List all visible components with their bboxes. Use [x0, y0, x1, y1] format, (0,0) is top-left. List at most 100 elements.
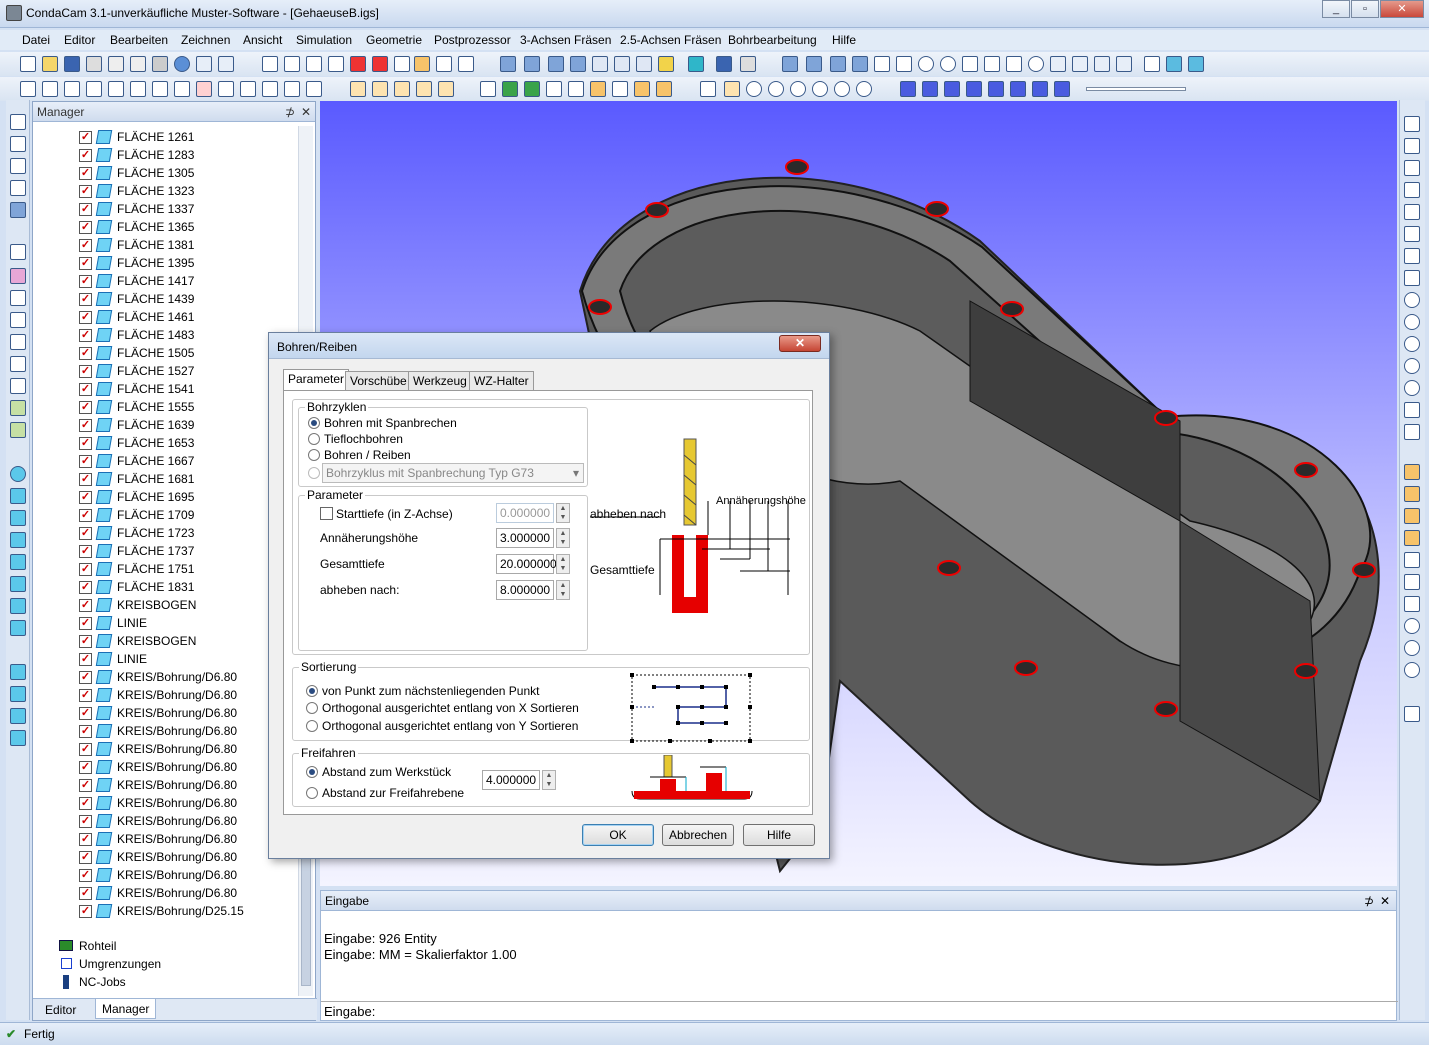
gesamttiefe-spinner[interactable]: ▲ ▼	[556, 554, 570, 574]
menu-hilfe[interactable]: Hilfe	[832, 33, 856, 47]
line-icon[interactable]	[42, 81, 58, 97]
item-checkbox[interactable]: ✓	[79, 131, 92, 144]
starttiefe-input[interactable]: 0.000000	[496, 503, 554, 523]
view-hidden-icon[interactable]	[436, 56, 452, 72]
restore-button[interactable]: ▫	[1351, 0, 1379, 18]
toolpath-icon[interactable]	[500, 56, 516, 72]
tool-d-icon[interactable]	[10, 180, 26, 196]
draw-arc-icon[interactable]	[1404, 380, 1420, 396]
item-checkbox[interactable]: ✓	[79, 383, 92, 396]
snap-f-icon[interactable]	[1404, 596, 1420, 612]
item-checkbox[interactable]: ✓	[79, 563, 92, 576]
shape8-icon[interactable]	[10, 730, 26, 746]
item-checkbox[interactable]: ✓	[79, 329, 92, 342]
view-persp-icon[interactable]	[458, 56, 474, 72]
draw-arc3-icon[interactable]	[1404, 424, 1420, 440]
item-checkbox[interactable]: ✓	[79, 797, 92, 810]
pattern2-icon[interactable]	[896, 56, 912, 72]
annaeherung-input[interactable]: 3.000000	[496, 528, 554, 548]
item-checkbox[interactable]: ✓	[79, 293, 92, 306]
draw-a-icon[interactable]	[1404, 116, 1420, 132]
radio-abstand-werkstueck[interactable]	[306, 766, 318, 778]
radio-sort-x[interactable]	[306, 702, 318, 714]
menu-25achsen[interactable]: 2.5-Achsen Fräsen	[620, 33, 721, 47]
view-iso-icon[interactable]	[372, 56, 388, 72]
abheben-spinner[interactable]: ▲ ▼	[556, 580, 570, 600]
polyline2-icon[interactable]	[86, 81, 102, 97]
pattern6-icon[interactable]	[984, 56, 1000, 72]
draw-rect-icon[interactable]	[1404, 270, 1420, 286]
hand2-icon[interactable]	[372, 81, 388, 97]
shape6-icon[interactable]	[10, 686, 26, 702]
snap-a-icon[interactable]	[1404, 464, 1420, 480]
select3-icon[interactable]	[524, 81, 540, 97]
radio-bohren-reiben[interactable]	[308, 449, 320, 461]
pattern5-icon[interactable]	[962, 56, 978, 72]
snap-h-icon[interactable]	[1404, 640, 1420, 656]
trim-icon[interactable]	[196, 81, 212, 97]
pen-icon[interactable]	[1116, 56, 1132, 72]
menu-geometrie[interactable]: Geometrie	[366, 33, 422, 47]
offset-icon[interactable]	[284, 81, 300, 97]
redo-icon[interactable]	[218, 56, 234, 72]
view-top-icon[interactable]	[328, 56, 344, 72]
tool-icon[interactable]	[716, 56, 732, 72]
hsc3-icon[interactable]	[636, 56, 652, 72]
item-checkbox[interactable]: ✓	[79, 599, 92, 612]
item-checkbox[interactable]: ✓	[79, 617, 92, 630]
tool-k-icon[interactable]	[10, 356, 26, 372]
tab-wz-halter[interactable]: WZ-Halter	[469, 371, 534, 390]
close-button[interactable]: ✕	[1380, 0, 1424, 18]
item-checkbox[interactable]: ✓	[79, 761, 92, 774]
tool-l-icon[interactable]	[10, 378, 26, 394]
item-checkbox[interactable]: ✓	[79, 185, 92, 198]
snap-j-icon[interactable]	[1404, 706, 1420, 722]
strategy1-icon[interactable]	[782, 56, 798, 72]
menu-postprozessor[interactable]: Postprozessor	[434, 33, 511, 47]
extend-icon[interactable]	[262, 81, 278, 97]
draw-circle4-icon[interactable]	[1404, 358, 1420, 374]
tab-vorschuebe[interactable]: Vorschübe	[345, 371, 412, 390]
simulate-icon[interactable]	[688, 56, 704, 72]
item-checkbox[interactable]: ✓	[79, 437, 92, 450]
view-cube-icon[interactable]	[262, 56, 278, 72]
select6-icon[interactable]	[590, 81, 606, 97]
zoom-out-icon[interactable]	[856, 81, 872, 97]
step2-icon[interactable]	[944, 81, 960, 97]
item-checkbox[interactable]: ✓	[79, 419, 92, 432]
item-checkbox[interactable]: ✓	[79, 455, 92, 468]
zoom-in-icon[interactable]	[834, 81, 850, 97]
tool-i-icon[interactable]	[10, 312, 26, 328]
end-icon[interactable]	[988, 81, 1004, 97]
radio-tieflochbohren[interactable]	[308, 433, 320, 445]
item-checkbox[interactable]: ✓	[79, 149, 92, 162]
split-icon[interactable]	[240, 81, 256, 97]
select2-icon[interactable]	[502, 81, 518, 97]
menu-3achsen[interactable]: 3-Achsen Fräsen	[520, 33, 611, 47]
paste-icon[interactable]	[130, 56, 146, 72]
item-checkbox[interactable]: ✓	[79, 725, 92, 738]
item-checkbox[interactable]: ✓	[79, 527, 92, 540]
shape5-icon[interactable]	[10, 664, 26, 680]
tool-j-icon[interactable]	[10, 334, 26, 350]
tool-a-icon[interactable]	[10, 114, 26, 130]
item-checkbox[interactable]: ✓	[79, 167, 92, 180]
hand3-icon[interactable]	[394, 81, 410, 97]
new-icon[interactable]	[20, 56, 36, 72]
shape3-icon[interactable]	[10, 598, 26, 614]
cut-icon[interactable]	[86, 56, 102, 72]
shape7-icon[interactable]	[10, 708, 26, 724]
stock2-icon[interactable]	[1188, 56, 1204, 72]
item-checkbox[interactable]: ✓	[79, 491, 92, 504]
draw-triangle-icon[interactable]	[1404, 204, 1420, 220]
item-checkbox[interactable]: ✓	[79, 401, 92, 414]
draw-b-icon[interactable]	[1404, 138, 1420, 154]
strategy3-icon[interactable]	[830, 56, 846, 72]
arc2-icon[interactable]	[130, 81, 146, 97]
draw-arc2-icon[interactable]	[1404, 402, 1420, 418]
tool-h-icon[interactable]	[10, 290, 26, 306]
starttiefe-checkbox[interactable]	[320, 507, 333, 520]
rewind-icon[interactable]	[1032, 81, 1048, 97]
menu-zeichnen[interactable]: Zeichnen	[181, 33, 230, 47]
snap-d-icon[interactable]	[1404, 552, 1420, 568]
